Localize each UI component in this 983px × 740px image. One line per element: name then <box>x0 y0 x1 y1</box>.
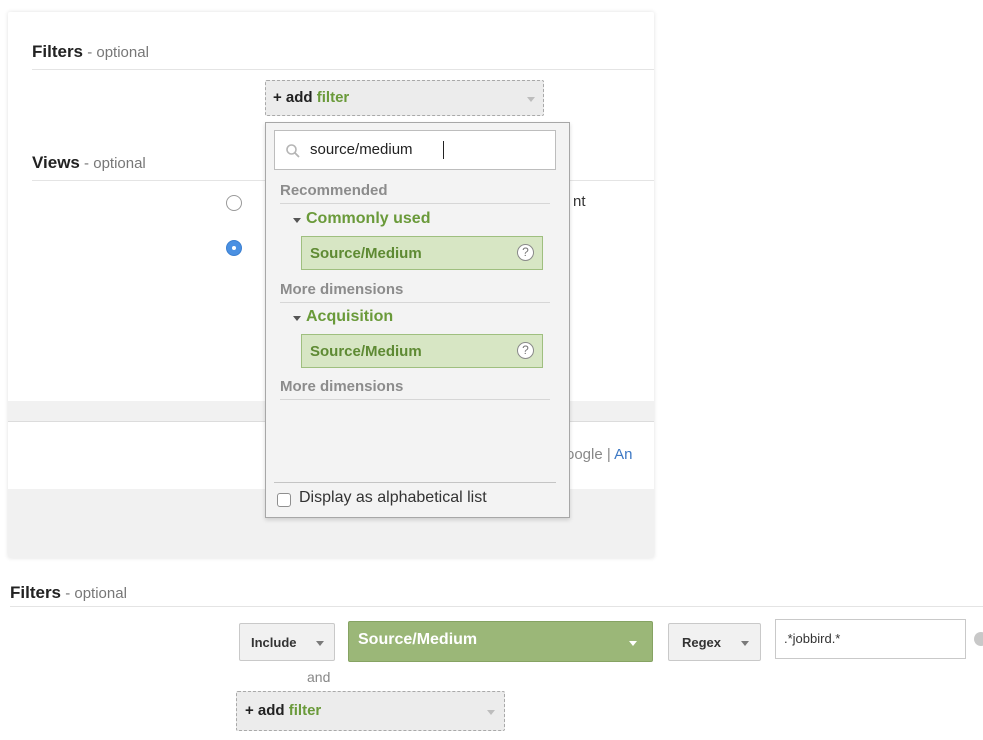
add-filter-button-bottom[interactable]: + add filter <box>236 691 505 731</box>
chevron-down-icon <box>487 710 495 715</box>
search-value: source/medium <box>310 141 413 158</box>
add-filter-label: + add filter <box>245 702 322 719</box>
option-label: Source/Medium <box>310 343 422 360</box>
chevron-down-icon <box>527 97 535 102</box>
match-type-select[interactable]: Regex <box>668 623 761 661</box>
footer-text: oogle | An <box>566 446 633 463</box>
alphabetical-checkbox[interactable] <box>277 493 291 507</box>
triangle-down-icon <box>293 218 301 223</box>
view-radio-selected[interactable] <box>226 240 242 256</box>
include-label: Include <box>251 635 297 650</box>
filters-optional-label: - optional <box>61 585 127 602</box>
group-heading-recommended: Recommended <box>280 182 388 199</box>
dimension-search-input[interactable]: source/medium <box>274 130 556 170</box>
add-filter-button[interactable]: + add filter <box>265 80 544 116</box>
dimension-option-source-medium[interactable]: Source/Medium ? <box>301 334 543 368</box>
divider <box>10 606 983 607</box>
group-label: Acquisition <box>306 308 394 325</box>
group-heading-more-dimensions: More dimensions <box>280 281 404 298</box>
footer-link[interactable]: An <box>614 446 632 463</box>
divider <box>280 302 550 303</box>
expression-value: .*jobbird.* <box>784 631 841 646</box>
dimension-dropdown: source/medium Recommended Commonly used … <box>265 122 570 518</box>
chevron-down-icon <box>316 641 324 646</box>
dimension-select[interactable]: Source/Medium <box>348 621 653 662</box>
option-label: Source/Medium <box>310 245 422 262</box>
search-icon <box>286 144 300 158</box>
filters-optional-label: - optional <box>83 44 149 61</box>
help-icon[interactable]: ? <box>517 244 534 261</box>
filters-title: Filters <box>32 42 84 61</box>
filters-heading: Filters - optional <box>32 42 149 62</box>
view-radio-unselected[interactable] <box>226 195 242 211</box>
divider <box>280 399 550 400</box>
triangle-down-icon <box>293 316 301 321</box>
dimension-option-source-medium[interactable]: Source/Medium ? <box>301 236 543 270</box>
chevron-down-icon <box>629 641 637 646</box>
and-label: and <box>307 669 331 685</box>
remove-filter-icon[interactable] <box>974 632 983 646</box>
dimension-label: Source/Medium <box>358 631 478 648</box>
views-title: Views <box>32 153 80 172</box>
match-type-label: Regex <box>682 635 722 650</box>
views-optional-label: - optional <box>79 155 146 172</box>
filter-expression-input[interactable]: .*jobbird.* <box>775 619 966 659</box>
include-exclude-select[interactable]: Include <box>239 623 335 661</box>
view-option-label: nt <box>573 193 586 210</box>
divider <box>274 482 556 483</box>
chevron-down-icon <box>741 641 749 646</box>
add-filter-label: + add filter <box>273 89 350 106</box>
filters-heading-bottom: Filters - optional <box>10 583 127 603</box>
group-label: Commonly used <box>306 210 431 227</box>
filters-title: Filters <box>10 583 62 602</box>
text-cursor <box>443 141 444 159</box>
divider <box>32 69 654 70</box>
divider <box>280 203 550 204</box>
group-heading-more-dimensions: More dimensions <box>280 378 404 395</box>
help-icon[interactable]: ? <box>517 342 534 359</box>
views-heading: Views - optional <box>32 153 146 173</box>
alphabetical-label: Display as alphabetical list <box>299 489 487 506</box>
